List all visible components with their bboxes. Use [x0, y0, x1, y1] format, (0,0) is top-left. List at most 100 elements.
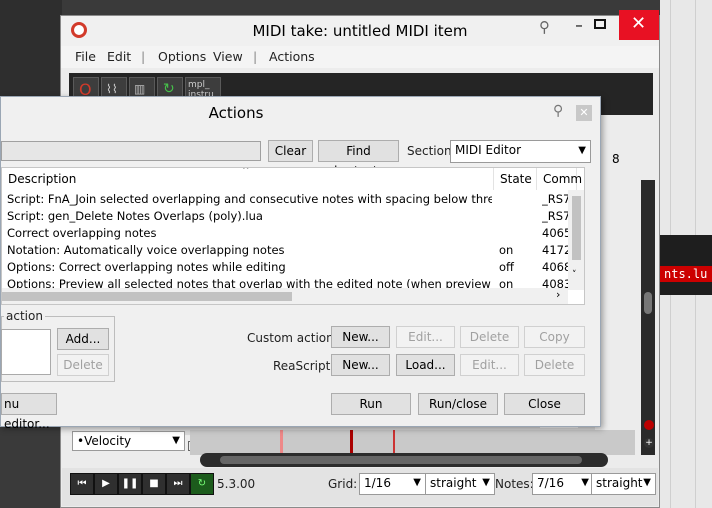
midi-title-bar[interactable]: MIDI take: untitled MIDI item ⚲ – ✕ [61, 10, 659, 46]
notes-mode-dropdown[interactable]: straight ▼ [591, 473, 656, 495]
notes-dropdown[interactable]: 7/16 ▼ [532, 473, 594, 495]
section-value: MIDI Editor [455, 143, 521, 157]
new-custom-action-button[interactable]: New... [331, 326, 390, 348]
cc-marker [393, 430, 395, 455]
cc-lane-dropdown[interactable]: •Velocity ▼ [72, 431, 185, 451]
row-command: _RS7 [542, 209, 570, 223]
chevron-right-icon[interactable]: › [556, 288, 560, 301]
menu-view[interactable]: View [213, 49, 243, 64]
scroll-thumb[interactable] [644, 292, 652, 314]
menu-actions[interactable]: Actions [269, 49, 315, 64]
notes-mode-value: straight [596, 476, 643, 490]
chevron-down-icon: ▼ [482, 477, 490, 488]
menu-editor-button[interactable]: nu editor... [1, 393, 57, 431]
actions-title-bar[interactable]: Actions ⚲ ✕ [1, 97, 600, 127]
list-vertical-scrollbar[interactable]: ˅ [568, 190, 584, 290]
delete-shortcut-button[interactable]: Delete [57, 354, 109, 376]
version-label: 5.3.00 [217, 477, 256, 491]
vertical-scrollbar[interactable] [641, 180, 655, 455]
table-row[interactable]: Script: FnA_Join selected overlapping an… [2, 191, 572, 208]
table-row[interactable]: Script: gen_Delete Notes Overlaps (poly)… [2, 208, 572, 225]
row-command: 40681 [542, 260, 570, 274]
close-icon[interactable]: ✕ [576, 105, 592, 121]
cc-marker [350, 430, 353, 455]
close-dialog-button[interactable]: Close [504, 393, 585, 415]
pin-icon[interactable]: ⚲ [539, 18, 550, 36]
grid-mode-dropdown[interactable]: straight ▼ [425, 473, 495, 495]
row-description: Correct overlapping notes [7, 226, 157, 240]
actions-dialog: Actions ⚲ ✕ Clear Find shortcut... Secti… [0, 96, 601, 431]
pause-icon[interactable]: ❚❚ [118, 473, 142, 495]
add-shortcut-button[interactable]: Add... [57, 328, 109, 350]
loop-icon: ↻ [163, 81, 175, 97]
loop-toggle-icon[interactable]: ↻ [190, 473, 214, 495]
h-scroll-thumb[interactable] [220, 456, 582, 464]
column-header-command[interactable]: Comm [537, 168, 582, 190]
pin-icon[interactable]: ⚲ [553, 103, 563, 119]
copy-custom-action-button[interactable]: Copy [524, 326, 585, 348]
maximize-icon[interactable] [594, 19, 606, 29]
zoom-in-icon[interactable]: + [644, 438, 654, 448]
grid-dropdown[interactable]: 1/16 ▼ [359, 473, 426, 495]
table-row[interactable]: Notation: Automatically voice overlappin… [2, 242, 572, 259]
row-description: Script: FnA_Join selected overlapping an… [7, 192, 492, 206]
table-row[interactable]: Options: Preview all selected notes that… [2, 276, 572, 288]
edit-reascript-button[interactable]: Edit... [460, 354, 519, 376]
row-description: Script: gen_Delete Notes Overlaps (poly)… [7, 209, 263, 223]
find-shortcut-button[interactable]: Find shortcut... [318, 140, 399, 178]
filter-input[interactable] [1, 141, 261, 161]
delete-reascript-button[interactable]: Delete [524, 354, 585, 376]
stop-icon[interactable]: ■ [142, 473, 166, 495]
chevron-down-icon: ▼ [581, 477, 589, 488]
row-command: _RS7 [542, 192, 570, 206]
shortcut-list[interactable] [1, 329, 51, 375]
menu-edit[interactable]: Edit [107, 49, 131, 64]
chevron-down-icon: ▼ [578, 145, 586, 156]
grid-label: Grid: [328, 477, 358, 491]
skip-end-icon[interactable]: ⏭ [166, 473, 190, 495]
run-close-button[interactable]: Run/close [418, 393, 498, 415]
sort-ascending-icon: ^ [242, 167, 250, 176]
list-h-scroll-thumb[interactable] [2, 292, 292, 301]
section-dropdown[interactable]: MIDI Editor ▼ [450, 140, 591, 163]
skip-start-icon[interactable]: ⏮ [70, 473, 94, 495]
list-scroll-thumb[interactable] [572, 196, 581, 260]
row-command: 41723 [542, 243, 570, 257]
row-state: off [499, 260, 514, 274]
play-icon[interactable]: ▶ [94, 473, 118, 495]
delete-custom-action-button[interactable]: Delete [460, 326, 519, 348]
chevron-down-icon: ▼ [172, 435, 180, 446]
custom-actions-label: Custom actions: [247, 331, 345, 345]
run-button[interactable]: Run [331, 393, 411, 415]
grid-mode-value: straight [430, 476, 477, 490]
table-row[interactable]: Options: Correct overlapping notes while… [2, 259, 572, 276]
notes-label: Notes: [495, 477, 534, 491]
new-reascript-button[interactable]: New... [331, 354, 390, 376]
chevron-down-icon[interactable]: ˅ [572, 270, 577, 280]
actions-title: Actions [208, 104, 264, 122]
menu-file[interactable]: File [75, 49, 96, 64]
close-button[interactable]: ✕ [619, 10, 659, 40]
edit-custom-action-button[interactable]: Edit... [396, 326, 455, 348]
column-header-description[interactable]: Description ^ [2, 168, 494, 190]
actions-list[interactable]: Description ^ State Comm Script: FnA_Join… [1, 167, 585, 305]
cc-lane[interactable] [190, 430, 635, 455]
clear-button[interactable]: Clear [268, 140, 313, 162]
row-command: 4083 [542, 277, 570, 288]
column-header-state[interactable]: State [494, 168, 537, 190]
load-reascript-button[interactable]: Load... [396, 354, 455, 376]
menu-options[interactable]: Options [158, 49, 206, 64]
grid-value: 1/16 [364, 476, 391, 490]
reascript-label: ReaScript: [273, 359, 335, 373]
table-row[interactable]: Correct overlapping notes 40659 [2, 225, 572, 242]
column-header-label: Description [8, 172, 77, 186]
background-panel [0, 0, 62, 98]
list-horizontal-scrollbar[interactable]: › [2, 288, 568, 304]
chevron-down-icon: ▼ [413, 477, 421, 488]
minimize-icon[interactable]: – [567, 16, 591, 38]
row-description: Options: Correct overlapping notes while… [7, 260, 286, 274]
track-panel [660, 235, 712, 295]
close-icon: ✕ [631, 13, 647, 34]
horizontal-scrollbar[interactable] [200, 453, 608, 467]
record-icon[interactable] [644, 420, 654, 430]
